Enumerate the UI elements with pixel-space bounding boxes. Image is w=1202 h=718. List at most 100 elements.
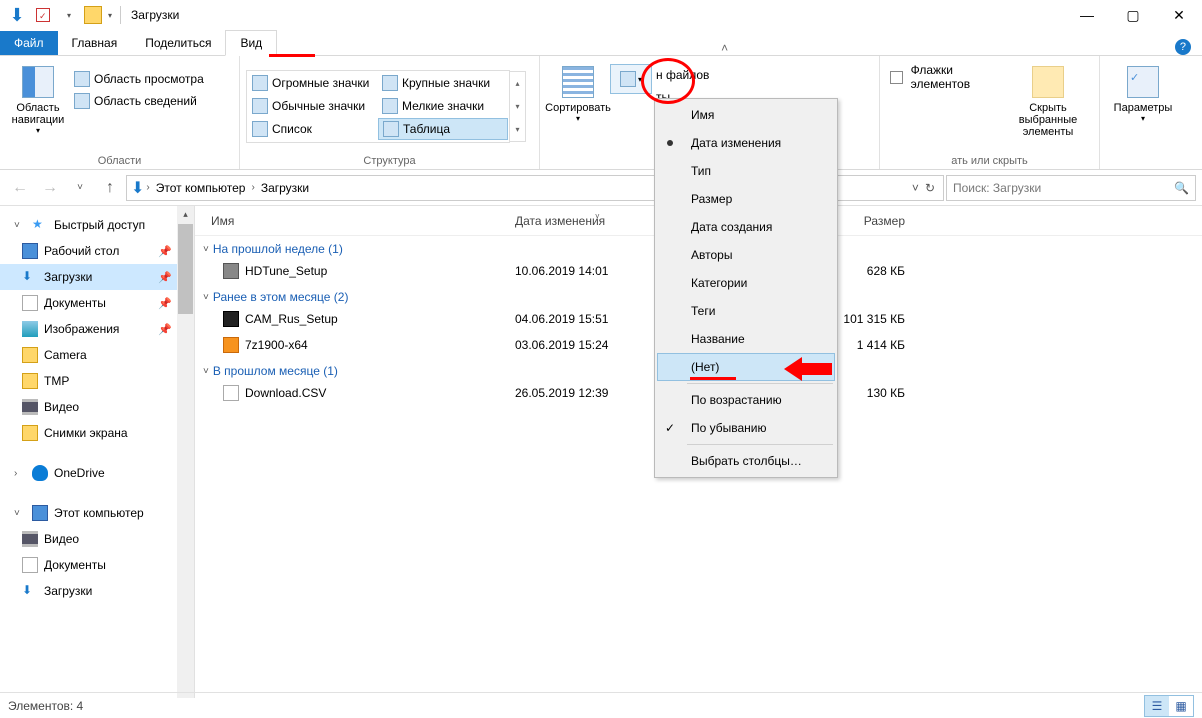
chevron-down-icon: ▾ bbox=[36, 126, 40, 135]
dropdown-item-type[interactable]: Тип bbox=[657, 157, 835, 185]
hide-selected-button[interactable]: Скрыть выбранные элементы bbox=[1016, 60, 1080, 153]
details-pane-icon bbox=[74, 93, 90, 109]
file-icon bbox=[223, 385, 239, 401]
layout-scroll[interactable]: ▴▾▾ bbox=[510, 71, 526, 142]
annotation-underline-tab bbox=[269, 54, 315, 57]
help-icon[interactable]: ? bbox=[1172, 39, 1202, 55]
sidebar-item-camera[interactable]: Camera bbox=[0, 342, 194, 368]
sort-button[interactable]: Сортировать ▾ bbox=[546, 60, 610, 153]
dropdown-item-tags[interactable]: Теги bbox=[657, 297, 835, 325]
navigation-bar: ← → ˅ ↑ ⬇ › Этот компьютер › Загрузки ˅ … bbox=[0, 170, 1202, 206]
minimize-button[interactable]: — bbox=[1064, 0, 1110, 30]
star-icon: ★ bbox=[32, 217, 48, 233]
tab-view[interactable]: Вид bbox=[225, 30, 277, 56]
video-icon bbox=[22, 531, 38, 547]
preview-pane-button[interactable]: Область просмотра bbox=[70, 68, 208, 90]
ribbon-group-panes: Область навигации ▾ Область просмотра Об… bbox=[0, 56, 240, 169]
breadcrumb-current[interactable]: Загрузки bbox=[257, 179, 313, 197]
refresh-icon[interactable]: ↻ bbox=[925, 181, 935, 195]
add-columns-button[interactable]: н файлов bbox=[652, 64, 713, 86]
properties-icon[interactable]: ✓ bbox=[32, 4, 54, 26]
sidebar-item-pc-documents[interactable]: Документы bbox=[0, 552, 194, 578]
layout-small[interactable]: Мелкие значки bbox=[378, 95, 508, 117]
column-header-date[interactable]: ˅Дата изменения bbox=[515, 214, 675, 228]
dropdown-item-ascending[interactable]: По возрастанию bbox=[657, 386, 835, 414]
document-icon bbox=[22, 295, 38, 311]
dropdown-item-title[interactable]: Название bbox=[657, 325, 835, 353]
sidebar-item-tmp[interactable]: TMP bbox=[0, 368, 194, 394]
check-icon: ✓ bbox=[665, 421, 675, 435]
dropdown-item-categories[interactable]: Категории bbox=[657, 269, 835, 297]
dropdown-item-descending[interactable]: ✓По убыванию bbox=[657, 414, 835, 442]
dropdown-item-none[interactable]: (Нет) bbox=[657, 353, 835, 381]
icons-view-icon[interactable]: ▦ bbox=[1169, 696, 1193, 716]
layout-huge[interactable]: Огромные значки bbox=[248, 72, 378, 94]
layout-icon bbox=[383, 121, 399, 137]
column-header-name[interactable]: Имя bbox=[195, 214, 515, 228]
sidebar-item-pictures[interactable]: Изображения📌 bbox=[0, 316, 194, 342]
tree-onedrive[interactable]: ›OneDrive bbox=[0, 460, 194, 486]
address-dropdown-icon[interactable]: ˅ bbox=[912, 181, 919, 195]
dropdown-item-date-created[interactable]: Дата создания bbox=[657, 213, 835, 241]
dropdown-item-choose-columns[interactable]: Выбрать столбцы… bbox=[657, 447, 835, 475]
group-by-button[interactable]: ▾ bbox=[610, 64, 652, 94]
details-view-icon[interactable]: ☰ bbox=[1145, 696, 1169, 716]
layout-table[interactable]: Таблица bbox=[378, 118, 508, 140]
view-mode-toggle[interactable]: ☰ ▦ bbox=[1144, 695, 1194, 717]
sidebar-item-documents[interactable]: Документы📌 bbox=[0, 290, 194, 316]
layout-list[interactable]: Список bbox=[248, 118, 378, 140]
collapse-ribbon-icon[interactable]: ˄ bbox=[713, 41, 736, 55]
chevron-right-icon[interactable]: › bbox=[251, 182, 254, 193]
chevron-down-icon: ▾ bbox=[1141, 114, 1145, 123]
options-button[interactable]: ✓ Параметры ▾ bbox=[1111, 60, 1175, 153]
recent-locations-button[interactable]: ˅ bbox=[66, 174, 94, 202]
tree-quick-access[interactable]: ˅★Быстрый доступ bbox=[0, 212, 194, 238]
sort-icon bbox=[562, 66, 594, 98]
maximize-button[interactable]: ▢ bbox=[1110, 0, 1156, 30]
back-button[interactable]: ← bbox=[6, 174, 34, 202]
tab-home[interactable]: Главная bbox=[58, 31, 132, 55]
radio-selected-icon bbox=[667, 140, 673, 146]
sidebar-item-desktop[interactable]: Рабочий стол📌 bbox=[0, 238, 194, 264]
pin-icon: 📌 bbox=[158, 271, 172, 284]
dropdown-item-size[interactable]: Размер bbox=[657, 185, 835, 213]
pin-icon: 📌 bbox=[158, 297, 172, 310]
qat-dropdown-icon[interactable]: ▾ bbox=[58, 4, 80, 26]
app-icon bbox=[223, 311, 239, 327]
folder-dropdown-icon[interactable]: ▾ bbox=[106, 11, 114, 20]
sort-indicator-icon: ˅ bbox=[595, 212, 600, 221]
nav-pane-button[interactable]: Область навигации ▾ bbox=[6, 60, 70, 153]
dropdown-item-date-modified[interactable]: Дата изменения bbox=[657, 129, 835, 157]
sidebar-item-pc-video[interactable]: Видео bbox=[0, 526, 194, 552]
tree-this-pc[interactable]: ˅Этот компьютер bbox=[0, 500, 194, 526]
forward-button[interactable]: → bbox=[36, 174, 64, 202]
group-label-showhide: ать или скрыть bbox=[886, 153, 1093, 169]
layout-gallery[interactable]: Огромные значки Крупные значки Обычные з… bbox=[246, 70, 510, 143]
dropdown-item-authors[interactable]: Авторы bbox=[657, 241, 835, 269]
search-input[interactable]: Поиск: Загрузки 🔍 bbox=[946, 175, 1196, 201]
details-pane-button[interactable]: Область сведений bbox=[70, 90, 208, 112]
tab-file[interactable]: Файл bbox=[0, 31, 58, 55]
chevron-down-icon: ˅ bbox=[14, 220, 26, 231]
sidebar-item-video[interactable]: Видео bbox=[0, 394, 194, 420]
folder-icon bbox=[84, 6, 102, 24]
item-checkboxes-toggle[interactable]: Флажки элементов bbox=[886, 66, 1016, 88]
tab-share[interactable]: Поделиться bbox=[131, 31, 225, 55]
layout-large[interactable]: Крупные значки bbox=[378, 72, 508, 94]
breadcrumb-root[interactable]: Этот компьютер bbox=[152, 179, 250, 197]
sidebar-item-screenshots[interactable]: Снимки экрана bbox=[0, 420, 194, 446]
options-label: Параметры bbox=[1114, 102, 1173, 114]
sidebar-item-pc-downloads[interactable]: ⬇Загрузки bbox=[0, 578, 194, 604]
status-bar: Элементов: 4 ☰ ▦ bbox=[0, 692, 1202, 718]
chevron-right-icon[interactable]: › bbox=[146, 182, 149, 193]
scroll-up-icon[interactable]: ▴ bbox=[177, 206, 194, 223]
up-button[interactable]: ↑ bbox=[96, 174, 124, 202]
down-arrow-icon[interactable]: ⬇ bbox=[6, 4, 28, 26]
scrollbar-thumb[interactable] bbox=[178, 224, 193, 314]
chevron-down-icon: ˅ bbox=[14, 508, 26, 519]
sidebar-item-downloads[interactable]: ⬇Загрузки📌 bbox=[0, 264, 194, 290]
close-button[interactable]: ✕ bbox=[1156, 0, 1202, 30]
quick-access-toolbar: ⬇ ✓ ▾ ▾ bbox=[0, 4, 123, 26]
dropdown-item-name[interactable]: Имя bbox=[657, 101, 835, 129]
layout-normal[interactable]: Обычные значки bbox=[248, 95, 378, 117]
